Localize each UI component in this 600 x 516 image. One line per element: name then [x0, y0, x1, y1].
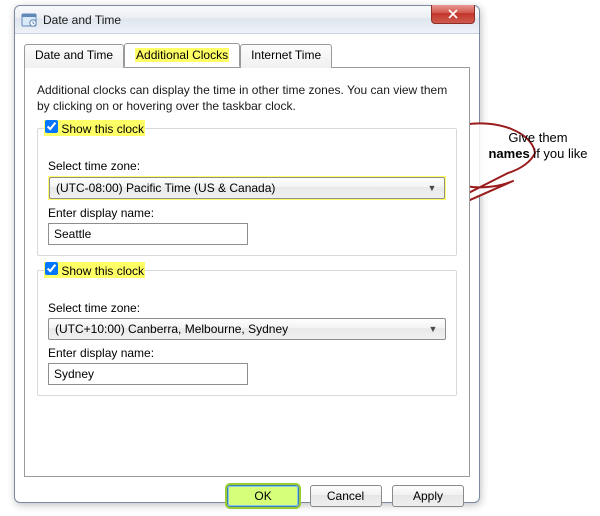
apply-button[interactable]: Apply: [392, 485, 464, 507]
close-icon: [448, 9, 458, 19]
show-clock-2-row: Show this clock: [44, 262, 145, 278]
display-name-2-input[interactable]: [48, 363, 248, 385]
show-clock-2-label: Show this clock: [61, 264, 144, 278]
ok-button[interactable]: OK: [227, 485, 299, 507]
timezone-1-label: Select time zone:: [48, 159, 446, 173]
tab-internet-time[interactable]: Internet Time: [240, 44, 332, 68]
show-clock-1-label: Show this clock: [61, 122, 144, 136]
title-bar: Date and Time: [15, 6, 479, 34]
clock-2-group: Show this clock Select time zone: (UTC+1…: [37, 270, 457, 396]
chevron-down-icon: ▼: [425, 324, 441, 334]
display-name-2-label: Enter display name:: [48, 346, 446, 360]
timezone-2-value: (UTC+10:00) Canberra, Melbourne, Sydney: [55, 322, 288, 336]
dialog-body: Date and Time Additional Clocks Internet…: [15, 34, 479, 516]
callout-text: Give them names if you like: [488, 130, 588, 163]
show-clock-1-row: Show this clock: [44, 120, 145, 136]
tab-strip: Date and Time Additional Clocks Internet…: [24, 43, 470, 67]
timezone-1-combo[interactable]: (UTC-08:00) Pacific Time (US & Canada) ▼: [49, 177, 445, 199]
tab-page-additional-clocks: Additional clocks can display the time i…: [24, 67, 470, 477]
description-text: Additional clocks can display the time i…: [37, 82, 457, 114]
timezone-2-label: Select time zone:: [48, 301, 446, 315]
button-row: OK Cancel Apply: [24, 477, 470, 507]
chevron-down-icon: ▼: [424, 183, 440, 193]
show-clock-1-checkbox[interactable]: [45, 120, 58, 133]
tab-date-and-time[interactable]: Date and Time: [24, 44, 124, 68]
show-clock-2-checkbox[interactable]: [45, 262, 58, 275]
app-icon: [21, 12, 37, 28]
clock-1-group: Show this clock Select time zone: (UTC-0…: [37, 128, 457, 256]
display-name-1-input[interactable]: [48, 223, 248, 245]
window-title: Date and Time: [43, 13, 121, 27]
timezone-1-value: (UTC-08:00) Pacific Time (US & Canada): [56, 181, 275, 195]
cancel-button[interactable]: Cancel: [310, 485, 382, 507]
date-and-time-dialog: Date and Time Date and Time Additional C…: [14, 5, 480, 503]
display-name-1-label: Enter display name:: [48, 206, 446, 220]
tab-additional-clocks[interactable]: Additional Clocks: [124, 43, 240, 67]
timezone-2-combo[interactable]: (UTC+10:00) Canberra, Melbourne, Sydney …: [48, 318, 446, 340]
close-button[interactable]: [431, 5, 475, 24]
